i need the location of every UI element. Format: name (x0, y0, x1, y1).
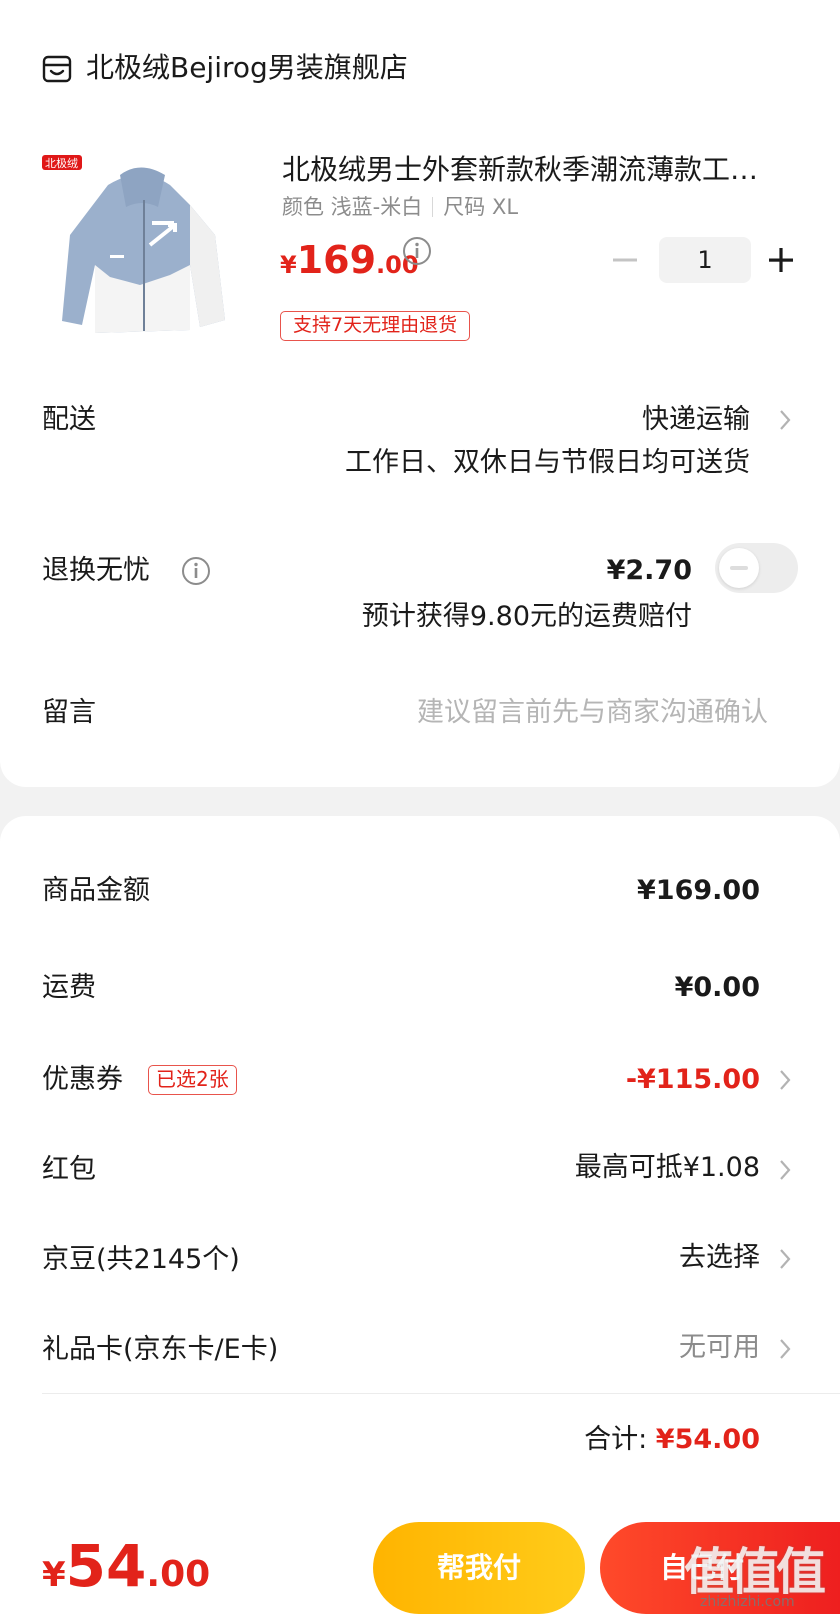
total-value: ¥54.00 (655, 1424, 760, 1455)
delivery-chevron-icon[interactable] (778, 408, 792, 432)
checkout-currency: ¥ (42, 1555, 66, 1595)
quantity-increase-icon[interactable] (768, 247, 794, 273)
giftcard-chevron-icon[interactable] (778, 1337, 792, 1361)
price-info-icon[interactable] (402, 236, 432, 266)
message-input[interactable]: 建议留言前先与商家沟通确认 (417, 693, 768, 733)
goods-amount-value: ¥169.00 (637, 875, 760, 906)
price-integer: 169 (296, 238, 377, 282)
total-label: 合计: (584, 1424, 648, 1455)
jingdou-chevron-icon[interactable] (778, 1247, 792, 1271)
jingdou-label: 京豆(共2145个) (42, 1244, 240, 1275)
return-insurance-note: 预计获得9.80元的运费赔付 (361, 601, 692, 632)
return-policy-badge: 支持7天无理由退货 (280, 311, 471, 341)
toggle-knob (719, 548, 759, 588)
return-insurance-info-icon[interactable] (181, 556, 211, 586)
watermark: 值值值 zhizhizhi.com (684, 1530, 834, 1612)
spec-size: 尺码 XL (443, 195, 519, 219)
coupon-selected-badge: 已选2张 (148, 1065, 237, 1095)
shipping-value: ¥0.00 (674, 972, 760, 1003)
summary-divider (42, 1393, 840, 1394)
spec-divider (432, 197, 434, 217)
price-currency: ¥ (280, 251, 297, 279)
spec-color: 颜色 浅蓝-米白 (282, 195, 423, 219)
shop-name[interactable]: 北极绒Bejirog男装旗舰店 (86, 48, 408, 88)
coupon-value[interactable]: -¥115.00 (626, 1060, 760, 1100)
checkout-integer: 54 (65, 1532, 147, 1600)
product-price: ¥169.00 (280, 238, 419, 282)
message-label: 留言 (42, 697, 96, 728)
shop-icon (42, 55, 72, 83)
giftcard-label: 礼品卡(京东卡/E卡) (42, 1334, 279, 1365)
help-pay-button[interactable]: 帮我付 (373, 1522, 585, 1614)
quantity-field[interactable]: 1 (659, 237, 751, 283)
return-insurance-price: ¥2.70 (606, 555, 692, 586)
brand-logo: 北极绒 (45, 156, 78, 170)
redpacket-label: 红包 (42, 1154, 96, 1185)
return-insurance-label: 退换无忧 (42, 555, 150, 586)
delivery-method[interactable]: 快递运输 (642, 400, 750, 440)
checkout-total: ¥54.00 (42, 1532, 210, 1600)
shipping-label: 运费 (42, 972, 96, 1003)
coupon-label: 优惠券 (42, 1064, 123, 1095)
quantity-decrease-icon[interactable] (611, 248, 639, 272)
product-spec[interactable]: 颜色 浅蓝-米白 尺码 XL (282, 192, 518, 222)
checkout-decimal: .00 (146, 1554, 211, 1595)
goods-amount-label: 商品金额 (42, 875, 150, 906)
giftcard-value[interactable]: 无可用 (679, 1328, 760, 1368)
return-insurance-toggle[interactable] (715, 543, 798, 593)
watermark-url: zhizhizhi.com (700, 1594, 795, 1610)
coupon-chevron-icon[interactable] (778, 1068, 792, 1092)
redpacket-chevron-icon[interactable] (778, 1158, 792, 1182)
redpacket-value[interactable]: 最高可抵¥1.08 (575, 1148, 760, 1188)
product-image[interactable]: 北极绒 (40, 145, 245, 350)
delivery-note: 工作日、双休日与节假日均可送货 (345, 447, 750, 478)
summary-total: 合计: ¥54.00 (584, 1420, 760, 1460)
product-title[interactable]: 北极绒男士外套新款秋季潮流薄款工… (282, 150, 802, 190)
delivery-label: 配送 (42, 404, 96, 435)
order-card (0, 0, 840, 787)
jingdou-value[interactable]: 去选择 (679, 1238, 760, 1278)
